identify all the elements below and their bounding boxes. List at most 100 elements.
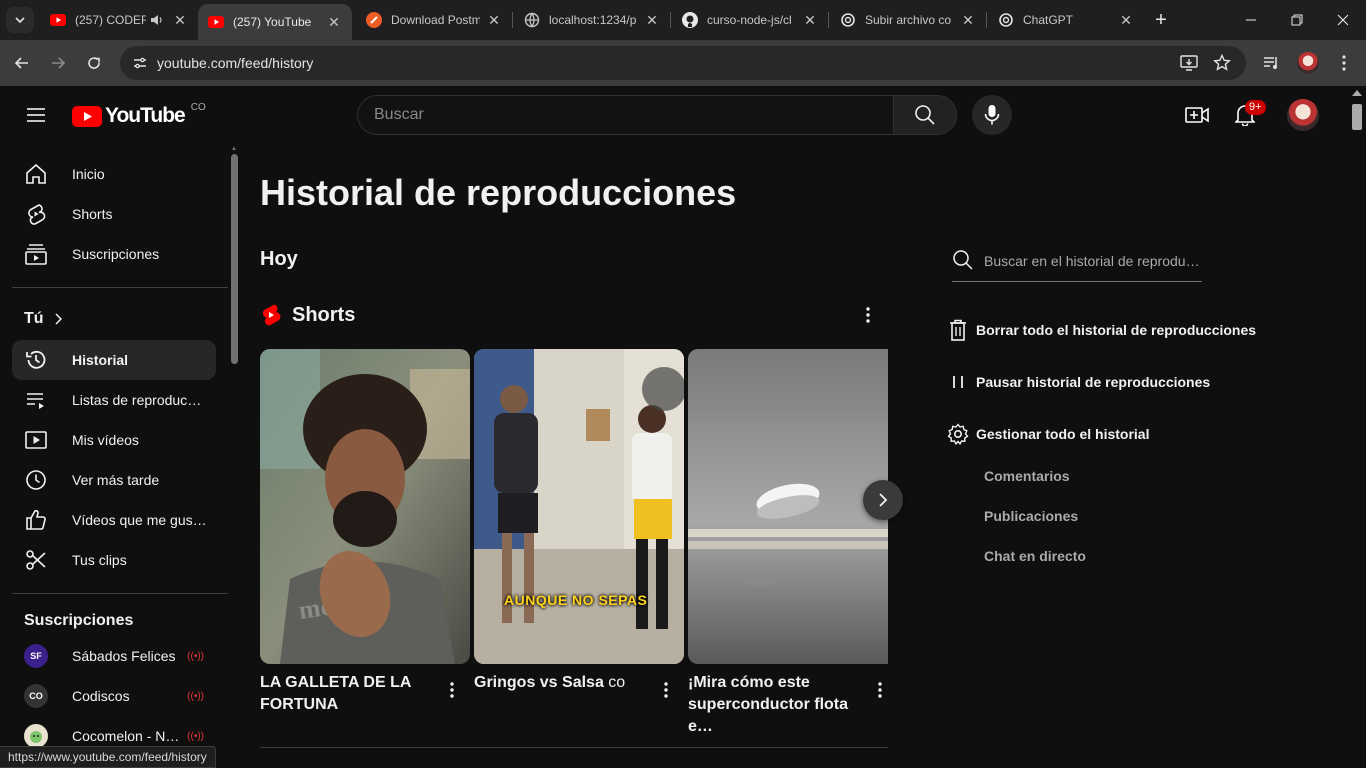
short-title[interactable]: Gringos vs Salsa co xyxy=(474,672,654,694)
media-control-button[interactable] xyxy=(1258,49,1286,77)
manage-history-button[interactable]: Gestionar todo el historial xyxy=(946,422,1149,446)
minimize-button[interactable] xyxy=(1228,0,1274,40)
browser-tab[interactable]: localhost:1234/p ✕ xyxy=(514,6,670,34)
search-button[interactable] xyxy=(893,95,957,135)
close-tab-icon[interactable]: ✕ xyxy=(326,14,342,30)
live-chat-link[interactable]: Chat en directo xyxy=(984,548,1086,564)
short-options-button[interactable] xyxy=(440,678,464,702)
bookmark-star-icon[interactable] xyxy=(1213,54,1231,72)
manage-history-label: Gestionar todo el historial xyxy=(976,426,1150,442)
browser-tab[interactable]: curso-node-js/cl ✕ xyxy=(672,6,828,34)
sidebar-item-liked-videos[interactable]: Vídeos que me gustan xyxy=(12,500,216,540)
new-tab-button[interactable]: + xyxy=(1150,9,1172,31)
tab-title: (257) CODEF xyxy=(75,13,146,27)
address-bar[interactable]: youtube.com/feed/history xyxy=(120,46,1246,80)
scrollbar-thumb[interactable] xyxy=(1352,104,1362,130)
forward-button[interactable] xyxy=(44,49,72,77)
close-window-button[interactable] xyxy=(1320,0,1366,40)
short-title[interactable]: ¡Mira cómo este superconductor flota e… xyxy=(688,672,868,738)
close-tab-icon[interactable]: ✕ xyxy=(1118,12,1134,28)
sidebar-item-home[interactable]: Inicio xyxy=(12,154,216,194)
scroll-up-arrow[interactable] xyxy=(1352,90,1362,96)
history-search-placeholder: Buscar en el historial de reproducciones xyxy=(984,252,1202,269)
install-app-icon[interactable] xyxy=(1180,55,1198,71)
page-title: Historial de reproducciones xyxy=(260,172,737,213)
short-options-button[interactable] xyxy=(654,678,678,702)
more-vertical-icon xyxy=(450,682,454,698)
browser-tab-active[interactable]: (257) YouTube ✕ xyxy=(198,4,352,40)
tab-title: Download Postm xyxy=(391,13,480,27)
sidebar-item-watch-later[interactable]: Ver más tarde xyxy=(12,460,216,500)
chevron-right-icon xyxy=(54,313,62,325)
close-tab-icon[interactable]: ✕ xyxy=(644,12,660,28)
short-title[interactable]: LA GALLETA DE LA FORTUNA xyxy=(260,672,440,716)
more-vertical-icon xyxy=(878,682,882,698)
browser-menu-button[interactable] xyxy=(1330,49,1358,77)
you-label: Tú xyxy=(24,310,44,327)
shelf-next-button[interactable] xyxy=(863,480,903,520)
watch-later-icon xyxy=(24,468,48,492)
sidebar-subscription[interactable]: CO Codiscos ((•)) xyxy=(12,676,216,716)
close-tab-icon[interactable]: ✕ xyxy=(960,12,976,28)
voice-search-button[interactable] xyxy=(972,95,1012,135)
profile-avatar xyxy=(1297,52,1319,74)
you-section-header[interactable]: Tú xyxy=(24,310,62,328)
search-input[interactable]: Buscar xyxy=(357,95,894,135)
page-scrollbar[interactable] xyxy=(1348,86,1366,768)
pause-history-button[interactable]: Pausar historial de reproducciones xyxy=(946,370,1210,394)
pause-icon xyxy=(946,370,970,394)
subscriptions-icon xyxy=(24,242,48,266)
day-heading: Hoy xyxy=(260,248,298,270)
sidebar-item-label: Listas de reproducción xyxy=(72,392,208,408)
comments-link[interactable]: Comentarios xyxy=(984,468,1070,484)
shorts-heading: Shorts xyxy=(292,303,356,326)
browser-tab[interactable]: ChatGPT ✕ xyxy=(988,6,1144,34)
shelf-options-button[interactable] xyxy=(856,303,880,327)
short-thumbnail[interactable]: moto xyxy=(260,349,470,664)
browser-tab[interactable]: Download Postm ✕ xyxy=(356,6,512,34)
trash-icon xyxy=(946,318,970,342)
short-thumbnail[interactable]: AUNQUE NO SEPAS xyxy=(474,349,684,664)
sidebar-item-subscriptions[interactable]: Suscripciones xyxy=(12,234,216,274)
sidebar: ▲ Inicio Shorts Suscripciones Tú Histori… xyxy=(0,144,238,768)
sidebar-item-my-videos[interactable]: Mis vídeos xyxy=(12,420,216,460)
profile-button[interactable] xyxy=(1294,49,1322,77)
site-info-icon[interactable] xyxy=(128,51,152,75)
close-tab-icon[interactable]: ✕ xyxy=(802,12,818,28)
youtube-logo[interactable]: YouTube CO xyxy=(72,102,206,128)
tab-separator xyxy=(986,12,987,28)
sidebar-item-clips[interactable]: Tus clips xyxy=(12,540,216,580)
live-indicator-icon: ((•)) xyxy=(187,730,204,742)
notifications-button[interactable]: 9+ xyxy=(1227,97,1266,133)
restore-button[interactable] xyxy=(1274,0,1320,40)
clear-history-button[interactable]: Borrar todo el historial de reproduccion… xyxy=(946,318,1256,342)
short-options-button[interactable] xyxy=(868,678,892,702)
menu-button[interactable] xyxy=(18,97,54,133)
history-search-input[interactable]: Buscar en el historial de reproducciones xyxy=(952,240,1202,282)
sidebar-divider xyxy=(12,593,228,594)
posts-link[interactable]: Publicaciones xyxy=(984,508,1078,524)
reload-button[interactable] xyxy=(80,49,108,77)
browser-tab[interactable]: Subir archivo co ✕ xyxy=(830,6,986,34)
close-icon xyxy=(1337,14,1349,26)
sidebar-item-shorts[interactable]: Shorts xyxy=(12,194,216,234)
close-tab-icon[interactable]: ✕ xyxy=(486,12,502,28)
browser-tab[interactable]: (257) CODEF ✕ xyxy=(40,6,198,34)
sidebar-item-history[interactable]: Historial xyxy=(12,340,216,380)
reload-icon xyxy=(88,57,100,69)
scroll-up-arrow[interactable]: ▲ xyxy=(231,146,238,152)
create-button[interactable] xyxy=(1179,97,1215,133)
speaker-icon[interactable] xyxy=(150,12,166,28)
short-thumbnail[interactable] xyxy=(688,349,888,664)
account-avatar[interactable] xyxy=(1287,99,1319,131)
more-vertical-icon xyxy=(1342,55,1346,71)
close-tab-icon[interactable]: ✕ xyxy=(172,12,188,28)
tab-search-button[interactable] xyxy=(6,7,34,33)
sidebar-scrollbar[interactable] xyxy=(231,154,238,364)
back-button[interactable] xyxy=(8,49,36,77)
sidebar-subscription[interactable]: SF Sábados Felices ((•)) xyxy=(12,636,216,676)
sidebar-item-playlists[interactable]: Listas de reproducción xyxy=(12,380,216,420)
sidebar-item-label: Mis vídeos xyxy=(72,432,139,448)
microphone-icon xyxy=(984,105,1000,125)
short-caption: AUNQUE NO SEPAS xyxy=(504,592,648,608)
